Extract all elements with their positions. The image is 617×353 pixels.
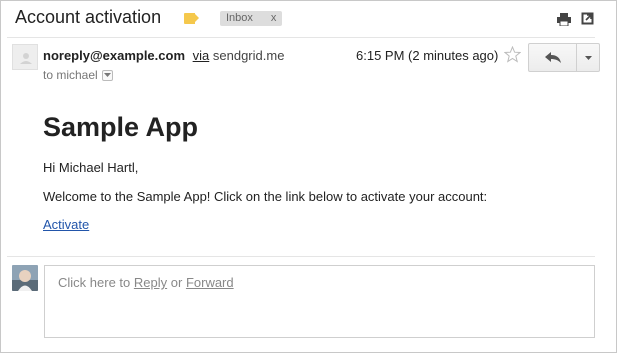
reply-prompt: Click here to Reply or Forward	[58, 275, 234, 290]
sender-line: noreply@example.com via sendgrid.me	[43, 48, 284, 63]
person-icon	[20, 53, 32, 64]
sender-avatar	[12, 44, 38, 70]
email-body-title: Sample App	[43, 112, 199, 142]
email-timestamp: 6:15 PM (2 minutes ago)	[356, 48, 499, 63]
via-link[interactable]: via	[193, 48, 210, 63]
remove-label-button[interactable]: x	[271, 11, 277, 26]
chevron-down-icon	[584, 55, 592, 60]
header-divider	[7, 37, 595, 38]
recipient-line: to michael	[43, 68, 113, 82]
recipient-text: to michael	[43, 68, 98, 82]
email-subject: Account activation	[15, 7, 162, 27]
via-domain: sendgrid.me	[212, 48, 285, 63]
email-message: Welcome to the Sample App! Click on the …	[43, 189, 488, 204]
email-view: Account activation Inbox x noreply@examp…	[0, 0, 617, 353]
email-greeting: Hi Michael Hartl,	[43, 160, 139, 175]
reply-button[interactable]	[529, 44, 577, 71]
body-divider	[7, 256, 595, 257]
reply-prompt-or: or	[170, 275, 183, 290]
reply-prompt-prefix: Click here to	[58, 275, 131, 290]
activate-link[interactable]: Activate	[43, 217, 89, 232]
new-window-icon[interactable]	[581, 12, 594, 25]
reply-actions	[528, 43, 600, 72]
reply-link[interactable]: Reply	[134, 275, 167, 290]
chevron-down-icon	[103, 72, 111, 77]
forward-link[interactable]: Forward	[186, 275, 234, 290]
more-actions-button[interactable]	[577, 44, 599, 71]
star-icon[interactable]	[504, 46, 521, 63]
label-tag-icon[interactable]	[184, 13, 199, 24]
print-icon[interactable]	[557, 13, 571, 26]
subject-header: Account activation Inbox x	[1, 1, 616, 37]
user-avatar	[12, 265, 38, 291]
sender-email[interactable]: noreply@example.com	[43, 48, 185, 63]
details-toggle[interactable]	[101, 69, 113, 81]
inbox-label-text: Inbox	[226, 12, 253, 24]
reply-box[interactable]: Click here to Reply or Forward	[44, 265, 595, 338]
inbox-label-chip[interactable]: Inbox x	[220, 11, 283, 26]
reply-arrow-icon	[544, 52, 561, 63]
